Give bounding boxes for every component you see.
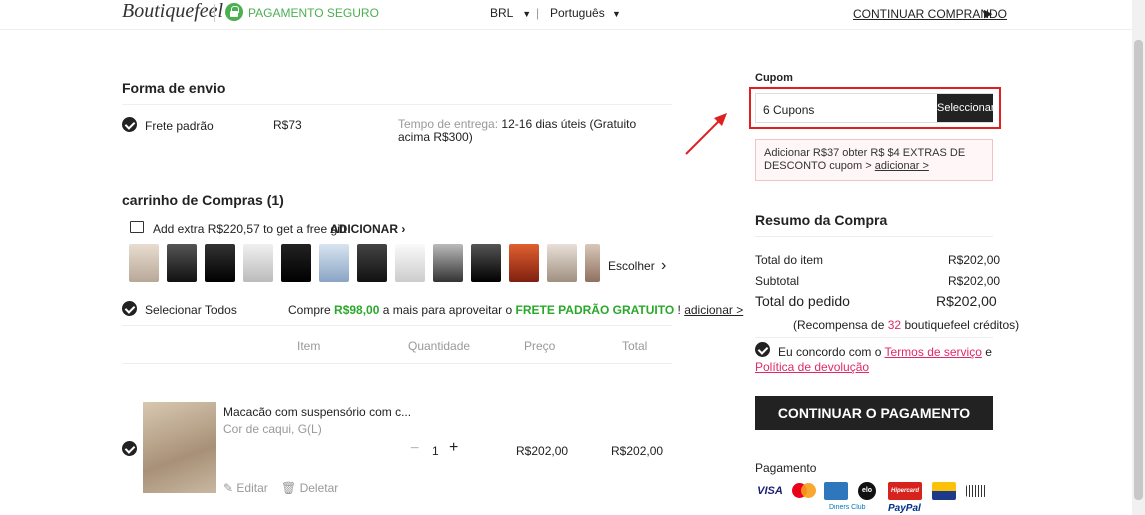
gift-thumb[interactable]: [395, 244, 425, 282]
item-total-value: R$202,00: [948, 253, 1001, 267]
item-price: R$202,00: [516, 444, 569, 458]
col-price: Preço: [524, 339, 556, 353]
item-total: R$202,00: [611, 444, 664, 458]
amex-icon: [824, 482, 848, 500]
mastercard-icon: [790, 482, 818, 500]
delete-button[interactable]: 🗑 Deletar: [281, 481, 338, 495]
scrollbar-thumb[interactable]: [1134, 40, 1143, 500]
promo-add-link[interactable]: adicionar >: [875, 160, 929, 172]
minus-icon[interactable]: −: [410, 440, 419, 458]
secure-payment-label: PAGAMENTO SEGURO: [248, 6, 379, 20]
trash-icon: 🗑: [281, 481, 297, 495]
quantity-value[interactable]: 1: [432, 444, 439, 458]
product-variant[interactable]: Cor de caqui, G(L): [223, 422, 322, 436]
divider: [122, 325, 672, 326]
plus-icon[interactable]: +: [449, 439, 458, 457]
shipping-method: Frete padrão: [145, 119, 214, 133]
gift-thumb[interactable]: [129, 244, 159, 282]
gift-thumb[interactable]: [281, 244, 311, 282]
chevron-right-icon: ›: [401, 222, 406, 236]
coupon-promo: Adicionar R$37 obter R$ $4 EXTRAS DE DES…: [755, 139, 993, 181]
gift-thumb[interactable]: [167, 244, 197, 282]
diners-icon: Diners Club: [829, 504, 866, 511]
summary-title: Resumo da Compra: [755, 212, 888, 228]
gift-thumb[interactable]: [319, 244, 349, 282]
returns-policy-link[interactable]: Política de devolução: [755, 360, 869, 374]
select-all-label: Selecionar Todos: [145, 303, 237, 317]
visa-icon: VISA: [757, 485, 783, 497]
shipping-price: R$73: [273, 118, 302, 132]
gift-thumb[interactable]: [547, 244, 577, 282]
edit-button[interactable]: ✎ Editar: [223, 481, 268, 495]
gift-add-link[interactable]: ADICIONAR ›: [330, 222, 405, 236]
cart-title: carrinho de Compras (1): [122, 192, 284, 208]
divider: [755, 236, 993, 237]
choose-link[interactable]: Escolher ›: [608, 257, 666, 275]
header-pipe: |: [536, 6, 540, 20]
col-total: Total: [622, 339, 648, 353]
product-image[interactable]: [143, 402, 216, 493]
barcode-icon: [966, 485, 986, 497]
continue-payment-button[interactable]: CONTINUAR O PAGAMENTO: [755, 396, 993, 430]
gift-icon: [130, 221, 144, 233]
divider: [755, 337, 993, 338]
header-divider: [214, 4, 215, 22]
free-shipping-note: Compre R$98,00 a mais para aproveitar o …: [288, 303, 744, 317]
currency-select[interactable]: BRL ▼: [490, 6, 531, 20]
divider: [122, 363, 672, 364]
agree-text: Eu concordo com o Termos de serviço e: [778, 345, 992, 359]
elo-icon: elo: [858, 482, 876, 500]
gift-thumb[interactable]: [509, 244, 539, 282]
coupon-label: Cupom: [755, 72, 793, 84]
caret-down-icon: ▼: [522, 9, 532, 19]
chevron-right-icon: ›: [661, 257, 667, 274]
divider: [122, 104, 672, 105]
play-arrow-icon: ▶: [984, 8, 993, 20]
subtotal-value: R$202,00: [948, 274, 1001, 288]
reward-note: (Recompensa de 32 boutiquefeel créditos): [793, 318, 1020, 332]
edit-icon: ✎: [223, 481, 234, 495]
logo[interactable]: Boutiquefeel: [122, 0, 223, 23]
gift-thumb[interactable]: [205, 244, 235, 282]
order-total-value: R$202,00: [936, 293, 997, 309]
annotation-arrow-icon: [685, 113, 727, 155]
banco-icon: [932, 482, 956, 500]
shipping-check-icon[interactable]: [122, 117, 137, 132]
select-all-check-icon[interactable]: [122, 301, 137, 316]
gift-thumb[interactable]: [471, 244, 501, 282]
item-check-icon[interactable]: [122, 441, 137, 456]
agree-check-icon[interactable]: [755, 342, 770, 357]
shipping-title: Forma de envio: [122, 80, 226, 96]
col-quantity: Quantidade: [408, 339, 471, 353]
caret-down-icon: ▼: [612, 9, 621, 19]
col-item: Item: [297, 339, 321, 353]
gift-thumb[interactable]: [585, 244, 600, 282]
hipercard-icon: Hipercard: [888, 482, 922, 500]
terms-link[interactable]: Termos de serviço: [885, 345, 982, 359]
order-total-label: Total do pedido: [755, 293, 850, 309]
delivery-time: Tempo de entrega: 12-16 dias úteis (Grat…: [398, 117, 637, 144]
gift-text: Add extra R$220,57 to get a free gift: [153, 222, 347, 236]
payment-title: Pagamento: [755, 461, 817, 475]
item-total-label: Total do item: [755, 253, 824, 267]
free-shipping-add-link[interactable]: adicionar >: [684, 303, 743, 317]
paypal-icon: PayPal: [888, 503, 921, 514]
subtotal-label: Subtotal: [755, 274, 800, 288]
product-name[interactable]: Macacão com suspensório com c...: [223, 405, 411, 419]
lock-icon: [225, 3, 243, 21]
gift-thumb[interactable]: [243, 244, 273, 282]
gift-thumb[interactable]: [433, 244, 463, 282]
highlight-box: [749, 87, 1001, 129]
language-select[interactable]: Português ▼: [550, 6, 621, 20]
gift-thumb[interactable]: [357, 244, 387, 282]
